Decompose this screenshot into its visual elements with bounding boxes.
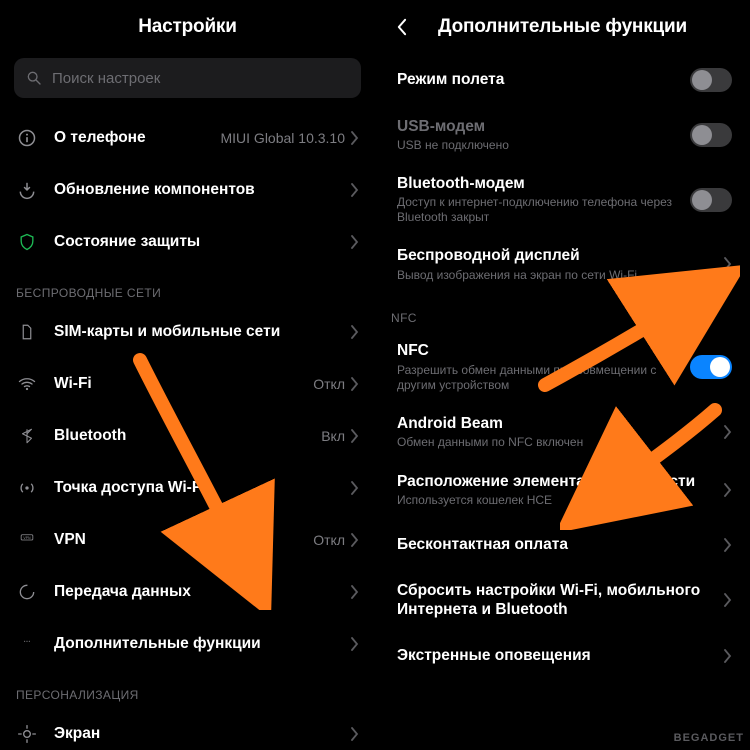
more-row[interactable]: Дополнительные функции (0, 618, 375, 670)
page-title: Дополнительные функции (438, 16, 687, 38)
chevron-right-icon (724, 425, 732, 439)
chevron-right-icon (724, 483, 732, 497)
hotspot-icon (16, 477, 38, 499)
row-title: Экстренные оповещения (397, 646, 724, 665)
usb-modem-row: USB-модем USB не подключено (375, 106, 750, 164)
row-title: Бесконтактная оплата (397, 535, 724, 554)
row-sub: Обмен данными по NFC включен (397, 435, 724, 450)
row-title: Bluetooth (54, 426, 321, 445)
svg-text:VPN: VPN (23, 536, 31, 540)
section-personalization: ПЕРСОНАЛИЗАЦИЯ (0, 670, 375, 708)
sim-icon (16, 321, 38, 343)
search-placeholder: Поиск настроек (52, 70, 160, 87)
row-title: Обновление компонентов (54, 180, 351, 199)
back-button[interactable] (387, 13, 415, 41)
row-title: SIM-карты и мобильные сети (54, 322, 351, 341)
row-title: Сбросить настройки Wi-Fi, мобильного Инт… (397, 581, 724, 620)
update-components-row[interactable]: Обновление компонентов (0, 164, 375, 216)
chevron-right-icon (351, 533, 359, 547)
sim-row[interactable]: SIM-карты и мобильные сети (0, 306, 375, 358)
hotspot-row[interactable]: Точка доступа Wi-Fi (0, 462, 375, 514)
row-title: Передача данных (54, 582, 351, 601)
row-title: USB-модем (397, 117, 690, 136)
search-icon (26, 70, 42, 86)
row-sub: Используется кошелек HCE (397, 493, 724, 508)
chevron-right-icon (351, 183, 359, 197)
settings-header: Настройки (0, 0, 375, 54)
bt-modem-row[interactable]: Bluetooth-модем Доступ к интернет-подклю… (375, 164, 750, 235)
update-icon (16, 179, 38, 201)
additional-header: Дополнительные функции (375, 0, 750, 54)
bluetooth-icon (16, 425, 38, 447)
info-icon (16, 127, 38, 149)
chevron-right-icon (351, 235, 359, 249)
vpn-row[interactable]: VPN VPN Откл (0, 514, 375, 566)
usb-modem-toggle (690, 123, 732, 147)
chevron-right-icon (724, 538, 732, 552)
chevron-right-icon (351, 325, 359, 339)
row-title: Android Beam (397, 414, 724, 433)
nfc-toggle[interactable] (690, 355, 732, 379)
chevron-right-icon (351, 481, 359, 495)
row-value: Вкл (321, 428, 345, 444)
wifi-row[interactable]: Wi-Fi Откл (0, 358, 375, 410)
wireless-display-row[interactable]: Беспроводной дисплей Вывод изображения н… (375, 235, 750, 293)
android-beam-row[interactable]: Android Beam Обмен данными по NFC включе… (375, 403, 750, 461)
about-phone-row[interactable]: О телефоне MIUI Global 10.3.10 (0, 112, 375, 164)
row-sub: Вывод изображения на экран по сети Wi-Fi (397, 268, 724, 283)
row-sub: Доступ к интернет-подключению телефона ч… (397, 195, 690, 225)
row-title: Точка доступа Wi-Fi (54, 478, 351, 497)
bluetooth-row[interactable]: Bluetooth Вкл (0, 410, 375, 462)
row-value: Откл (313, 376, 345, 392)
wifi-icon (16, 373, 38, 395)
row-value: MIUI Global 10.3.10 (220, 130, 345, 146)
security-status-row[interactable]: Состояние защиты (0, 216, 375, 268)
row-title: VPN (54, 530, 313, 549)
shield-icon (16, 231, 38, 253)
airplane-toggle[interactable] (690, 68, 732, 92)
row-title: Беспроводной дисплей (397, 246, 724, 265)
section-nfc: NFC (375, 293, 750, 331)
vpn-icon: VPN (16, 529, 38, 551)
nfc-row[interactable]: NFC Разрешить обмен данными при совмещен… (375, 331, 750, 402)
row-title: Расположение элемента безопасности (397, 472, 724, 491)
row-sub: USB не подключено (397, 138, 690, 153)
more-icon (16, 633, 38, 655)
chevron-right-icon (351, 727, 359, 741)
row-title: Дополнительные функции (54, 634, 351, 653)
row-title: NFC (397, 341, 690, 360)
row-title: Bluetooth-модем (397, 174, 690, 193)
data-usage-row[interactable]: Передача данных (0, 566, 375, 618)
chevron-right-icon (724, 649, 732, 663)
section-wireless: БЕСПРОВОДНЫЕ СЕТИ (0, 268, 375, 306)
chevron-right-icon (351, 585, 359, 599)
display-icon (16, 723, 38, 745)
row-title: Состояние защиты (54, 232, 351, 251)
chevron-right-icon (724, 257, 732, 271)
watermark: BEGADGET (674, 732, 744, 744)
secure-element-row[interactable]: Расположение элемента безопасности Испол… (375, 461, 750, 519)
contactless-pay-row[interactable]: Бесконтактная оплата (375, 519, 750, 571)
chevron-right-icon (351, 637, 359, 651)
data-icon (16, 581, 38, 603)
row-title: О телефоне (54, 128, 220, 147)
row-value: Откл (313, 532, 345, 548)
airplane-row[interactable]: Режим полета (375, 54, 750, 106)
chevron-right-icon (351, 429, 359, 443)
chevron-right-icon (351, 131, 359, 145)
emergency-alerts-row[interactable]: Экстренные оповещения (375, 630, 750, 682)
display-row[interactable]: Экран (0, 708, 375, 750)
search-input[interactable]: Поиск настроек (14, 58, 361, 98)
row-sub: Разрешить обмен данными при совмещении с… (397, 363, 690, 393)
reset-network-row[interactable]: Сбросить настройки Wi-Fi, мобильного Инт… (375, 571, 750, 630)
page-title: Настройки (138, 16, 236, 38)
chevron-right-icon (724, 593, 732, 607)
bt-modem-toggle[interactable] (690, 188, 732, 212)
row-title: Экран (54, 724, 351, 743)
chevron-right-icon (351, 377, 359, 391)
row-title: Режим полета (397, 70, 690, 89)
row-title: Wi-Fi (54, 374, 313, 393)
